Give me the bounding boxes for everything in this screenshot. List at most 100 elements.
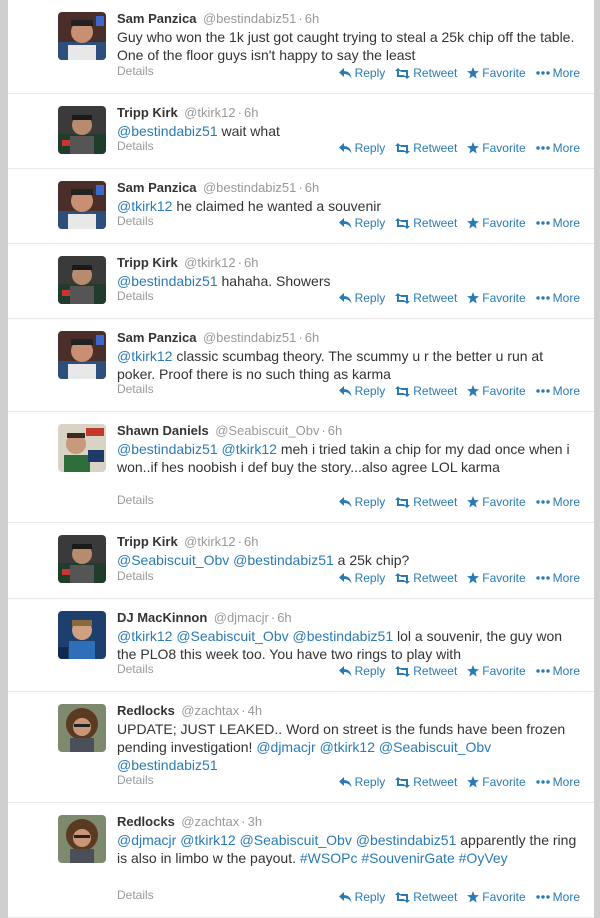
reply-button[interactable]: Reply [338, 141, 385, 155]
username[interactable]: @tkirk12 [184, 255, 236, 270]
mention-link[interactable]: @tkirk12 [180, 832, 235, 848]
more-button[interactable]: More [535, 890, 580, 904]
mention-link[interactable]: @bestindabiz51 [117, 441, 218, 457]
details-link[interactable]: Details [117, 888, 154, 902]
retweet-button[interactable]: Retweet [395, 141, 457, 155]
details-link[interactable]: Details [117, 569, 154, 583]
tweet-item[interactable]: Sam Panzica @bestindabiz51 · 6h @tkirk12 he… [8, 169, 594, 244]
favorite-button[interactable]: Favorite [467, 216, 526, 230]
mention-link[interactable]: @Seabiscuit_Obv [379, 739, 491, 755]
more-button[interactable]: More [535, 775, 580, 789]
mention-link[interactable]: @bestindabiz51 [117, 273, 218, 289]
mention-link[interactable]: @tkirk12 [117, 348, 172, 364]
fullname[interactable]: Tripp Kirk [117, 255, 178, 270]
favorite-button[interactable]: Favorite [467, 141, 526, 155]
timestamp[interactable]: 4h [248, 703, 262, 718]
retweet-button[interactable]: Retweet [395, 890, 457, 904]
favorite-button[interactable]: Favorite [467, 66, 526, 80]
details-link[interactable]: Details [117, 139, 154, 153]
timestamp[interactable]: 6h [328, 423, 342, 438]
username[interactable]: @bestindabiz51 [203, 180, 296, 195]
mention-link[interactable]: @Seabiscuit_Obv [240, 832, 352, 848]
avatar[interactable] [58, 256, 106, 304]
fullname[interactable]: Tripp Kirk [117, 105, 178, 120]
fullname[interactable]: Sam Panzica [117, 180, 197, 195]
timestamp[interactable]: 6h [277, 610, 291, 625]
details-link[interactable]: Details [117, 64, 154, 78]
avatar[interactable] [58, 331, 106, 379]
fullname[interactable]: Sam Panzica [117, 11, 197, 26]
username[interactable]: @zachtax [181, 703, 239, 718]
reply-button[interactable]: Reply [338, 775, 385, 789]
timestamp[interactable]: 6h [244, 534, 258, 549]
favorite-button[interactable]: Favorite [467, 495, 526, 509]
avatar[interactable] [58, 181, 106, 229]
timestamp[interactable]: 6h [244, 255, 258, 270]
tweet-item[interactable]: Shawn Daniels @Seabiscuit_Obv · 6h @bestind… [8, 412, 594, 523]
timestamp[interactable]: 6h [244, 105, 258, 120]
fullname[interactable]: Sam Panzica [117, 330, 197, 345]
mention-link[interactable]: @djmacjr [256, 739, 315, 755]
mention-link[interactable]: @tkirk12 [320, 739, 375, 755]
fullname[interactable]: DJ MacKinnon [117, 610, 207, 625]
details-link[interactable]: Details [117, 289, 154, 303]
mention-link[interactable]: @djmacjr [117, 832, 176, 848]
reply-button[interactable]: Reply [338, 664, 385, 678]
username[interactable]: @Seabiscuit_Obv [215, 423, 319, 438]
fullname[interactable]: Redlocks [117, 814, 175, 829]
more-button[interactable]: More [535, 141, 580, 155]
mention-link[interactable]: @bestindabiz51 [356, 832, 457, 848]
favorite-button[interactable]: Favorite [467, 775, 526, 789]
more-button[interactable]: More [535, 291, 580, 305]
reply-button[interactable]: Reply [338, 216, 385, 230]
favorite-button[interactable]: Favorite [467, 291, 526, 305]
details-link[interactable]: Details [117, 773, 154, 787]
mention-link[interactable]: @bestindabiz51 [117, 757, 218, 773]
username[interactable]: @tkirk12 [184, 534, 236, 549]
tweet-item[interactable]: Tripp Kirk @tkirk12 · 6h @Seabiscuit_Obv @b… [8, 523, 594, 599]
tweet-item[interactable]: Tripp Kirk @tkirk12 · 6h @bestindabiz51 wai… [8, 94, 594, 169]
retweet-button[interactable]: Retweet [395, 571, 457, 585]
favorite-button[interactable]: Favorite [467, 571, 526, 585]
more-button[interactable]: More [535, 571, 580, 585]
username[interactable]: @bestindabiz51 [203, 11, 296, 26]
fullname[interactable]: Shawn Daniels [117, 423, 209, 438]
timestamp[interactable]: 3h [248, 814, 262, 829]
avatar[interactable] [58, 106, 106, 154]
fullname[interactable]: Tripp Kirk [117, 534, 178, 549]
reply-button[interactable]: Reply [338, 890, 385, 904]
favorite-button[interactable]: Favorite [467, 664, 526, 678]
hashtag-link[interactable]: #OyVey [459, 850, 508, 866]
tweet-item[interactable]: Sam Panzica @bestindabiz51 · 6h @tkirk12 cl… [8, 319, 594, 412]
details-link[interactable]: Details [117, 493, 154, 507]
tweet-item[interactable]: Redlocks @zachtax · 4h UPDATE; JUST LEAKED.… [8, 692, 594, 803]
timestamp[interactable]: 6h [305, 11, 319, 26]
mention-link[interactable]: @bestindabiz51 [233, 552, 334, 568]
avatar[interactable] [58, 535, 106, 583]
reply-button[interactable]: Reply [338, 384, 385, 398]
more-button[interactable]: More [535, 66, 580, 80]
details-link[interactable]: Details [117, 382, 154, 396]
more-button[interactable]: More [535, 384, 580, 398]
avatar[interactable] [58, 424, 106, 472]
favorite-button[interactable]: Favorite [467, 890, 526, 904]
hashtag-link[interactable]: #SouvenirGate [361, 850, 454, 866]
details-link[interactable]: Details [117, 214, 154, 228]
mention-link[interactable]: @tkirk12 [117, 628, 172, 644]
hashtag-link[interactable]: #WSOPc [300, 850, 358, 866]
fullname[interactable]: Redlocks [117, 703, 175, 718]
favorite-button[interactable]: Favorite [467, 384, 526, 398]
retweet-button[interactable]: Retweet [395, 216, 457, 230]
mention-link[interactable]: @tkirk12 [222, 441, 277, 457]
mention-link[interactable]: @Seabiscuit_Obv [176, 628, 288, 644]
more-button[interactable]: More [535, 495, 580, 509]
reply-button[interactable]: Reply [338, 291, 385, 305]
tweet-item[interactable]: Tripp Kirk @tkirk12 · 6h @bestindabiz51 hah… [8, 244, 594, 319]
retweet-button[interactable]: Retweet [395, 495, 457, 509]
details-link[interactable]: Details [117, 662, 154, 676]
avatar[interactable] [58, 704, 106, 752]
avatar[interactable] [58, 12, 106, 60]
retweet-button[interactable]: Retweet [395, 384, 457, 398]
mention-link[interactable]: @bestindabiz51 [117, 123, 218, 139]
more-button[interactable]: More [535, 664, 580, 678]
